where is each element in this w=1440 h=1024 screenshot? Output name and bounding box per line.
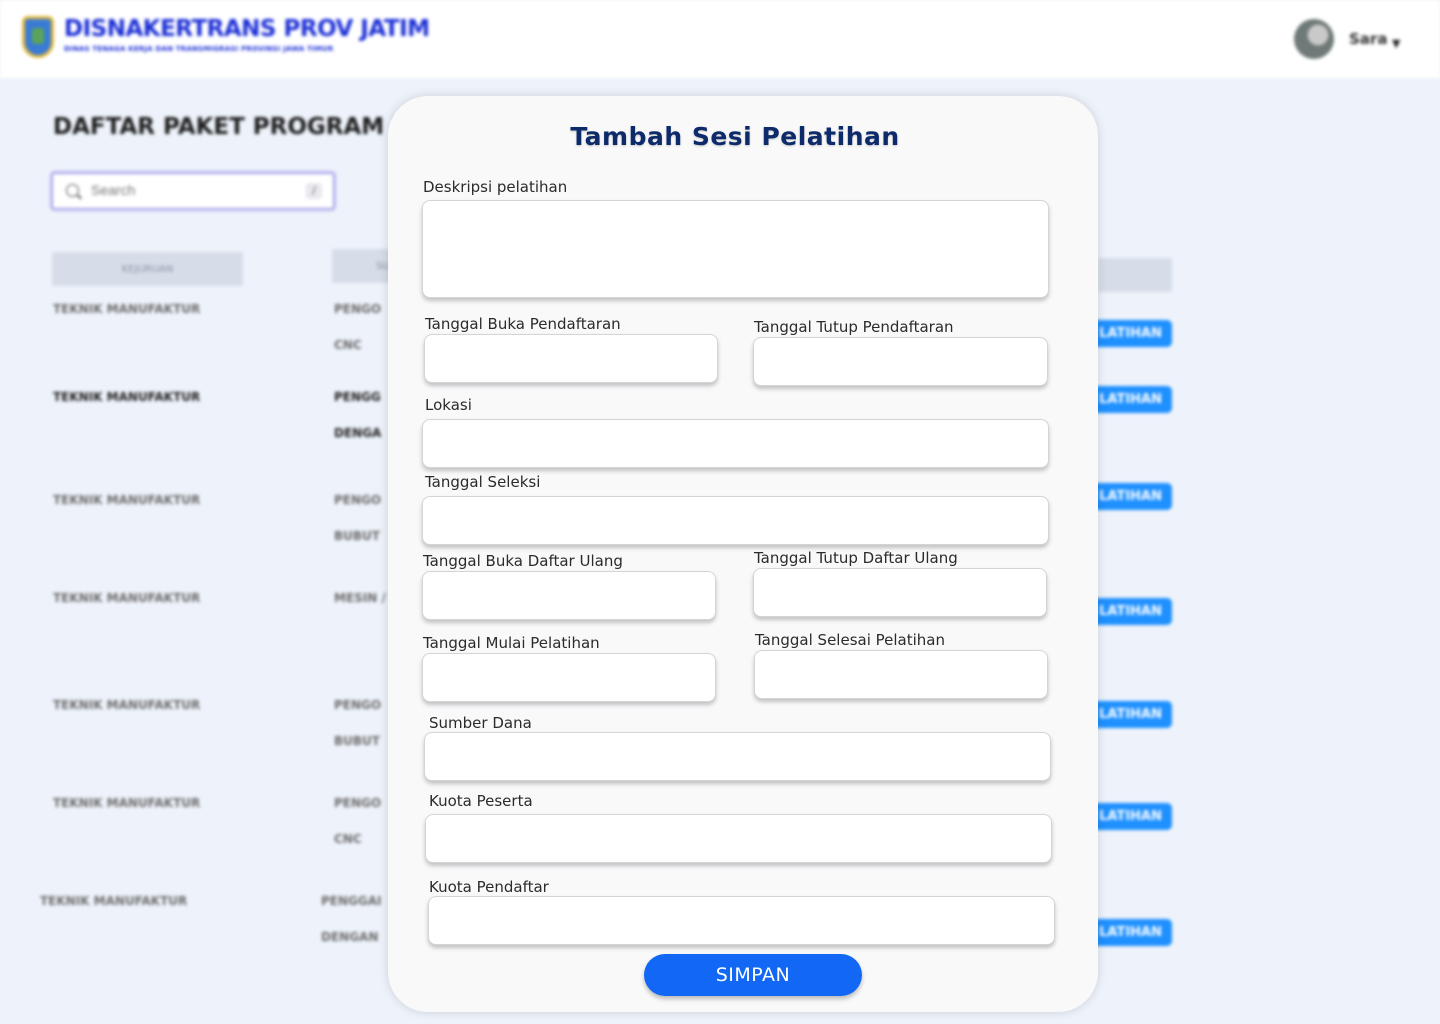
table-cell-program-cont: DENGA: [334, 426, 382, 440]
label-tgl-mulai-pelatihan: Tanggal Mulai Pelatihan: [423, 634, 600, 652]
label-kuota-peserta: Kuota Peserta: [429, 792, 533, 810]
table-cell-program: PENGG: [334, 390, 381, 404]
column-header-action[interactable]: [1098, 258, 1172, 292]
add-session-button[interactable]: LATIHAN: [1088, 320, 1172, 347]
label-kuota-pendaftar: Kuota Pendaftar: [429, 878, 549, 896]
add-session-button[interactable]: LATIHAN: [1088, 803, 1172, 830]
tgl-mulai-pelatihan-input[interactable]: [422, 653, 716, 702]
label-tgl-buka-daftar-ulang: Tanggal Buka Daftar Ulang: [423, 552, 623, 570]
tgl-selesai-pelatihan-input[interactable]: [754, 650, 1048, 699]
table-cell-program-cont: BUBUT: [334, 529, 380, 543]
caret-down-icon[interactable]: ▼: [1392, 37, 1400, 50]
page-title: DAFTAR PAKET PROGRAM P: [53, 114, 410, 140]
label-tgl-tutup-pendaftaran: Tanggal Tutup Pendaftaran: [754, 318, 954, 336]
add-session-button[interactable]: LATIHAN: [1088, 483, 1172, 510]
table-cell-program: PENGGAI: [321, 894, 382, 908]
avatar[interactable]: [1294, 19, 1334, 59]
search-box[interactable]: /: [51, 172, 335, 210]
logo-subtitle: DINAS TENAGA KERJA DAN TRANSMIGRASI PROV…: [64, 45, 334, 53]
kuota-pendaftar-input[interactable]: [428, 896, 1055, 945]
tgl-seleksi-input[interactable]: [422, 496, 1049, 545]
logo-title: DISNAKERTRANS PROV JATIM: [64, 16, 430, 42]
table-cell-kejuruan: TEKNIK MANUFAKTUR: [53, 698, 201, 712]
save-button[interactable]: SIMPAN: [644, 954, 862, 996]
table-cell-program-cont: CNC: [334, 338, 362, 352]
label-sumber-dana: Sumber Dana: [429, 714, 532, 732]
table-cell-kejuruan: TEKNIK MANUFAKTUR: [53, 796, 201, 810]
table-cell-program: PENGO: [334, 796, 382, 810]
table-cell-kejuruan: TEKNIK MANUFAKTUR: [53, 493, 201, 507]
search-input[interactable]: [89, 181, 303, 199]
add-session-button[interactable]: LATIHAN: [1088, 386, 1172, 413]
label-lokasi: Lokasi: [425, 396, 472, 414]
table-cell-program-cont: CNC: [334, 832, 362, 846]
search-icon: [66, 184, 79, 197]
tgl-buka-daftar-ulang-input[interactable]: [422, 571, 716, 620]
table-cell-program-cont: BUBUT: [334, 734, 380, 748]
label-tgl-seleksi: Tanggal Seleksi: [425, 473, 541, 491]
label-tgl-buka-pendaftaran: Tanggal Buka Pendaftaran: [425, 315, 621, 333]
table-cell-kejuruan: TEKNIK MANUFAKTUR: [53, 591, 201, 605]
table-cell-program: PENGO: [334, 698, 382, 712]
add-session-button[interactable]: LATIHAN: [1088, 598, 1172, 625]
sumber-dana-input[interactable]: [424, 732, 1051, 781]
tgl-tutup-daftar-ulang-input[interactable]: [753, 568, 1047, 617]
search-shortcut-key: /: [306, 183, 322, 199]
add-session-button[interactable]: LATIHAN: [1088, 701, 1172, 728]
add-session-modal: Tambah Sesi Pelatihan Deskripsi pelatiha…: [388, 96, 1098, 1012]
label-tgl-tutup-daftar-ulang: Tanggal Tutup Daftar Ulang: [754, 549, 958, 567]
modal-title: Tambah Sesi Pelatihan: [570, 122, 900, 151]
logo-emblem-icon: [22, 16, 54, 58]
table-cell-kejuruan: TEKNIK MANUFAKTUR: [53, 390, 201, 404]
add-session-button[interactable]: LATIHAN: [1088, 919, 1172, 946]
user-name[interactable]: Sara: [1349, 30, 1387, 48]
table-cell-program: MESIN /: [334, 591, 386, 605]
table-cell-program-cont: DENGAN: [321, 930, 379, 944]
table-cell-program: PENGO: [334, 302, 382, 316]
column-header-kejuruan[interactable]: KEJURUAN: [52, 252, 243, 286]
deskripsi-textarea[interactable]: [422, 200, 1049, 298]
label-deskripsi: Deskripsi pelatihan: [423, 178, 568, 196]
label-tgl-selesai-pelatihan: Tanggal Selesai Pelatihan: [755, 631, 945, 649]
tgl-tutup-pendaftaran-input[interactable]: [753, 337, 1048, 386]
column-header-sub[interactable]: SU: [332, 249, 392, 283]
kuota-peserta-input[interactable]: [425, 814, 1052, 863]
table-cell-kejuruan: TEKNIK MANUFAKTUR: [40, 894, 188, 908]
tgl-buka-pendaftaran-input[interactable]: [424, 334, 718, 383]
table-cell-kejuruan: TEKNIK MANUFAKTUR: [53, 302, 201, 316]
lokasi-input[interactable]: [422, 419, 1049, 468]
top-bar: DISNAKERTRANS PROV JATIM DINAS TENAGA KE…: [0, 0, 1440, 78]
table-cell-program: PENGO: [334, 493, 382, 507]
